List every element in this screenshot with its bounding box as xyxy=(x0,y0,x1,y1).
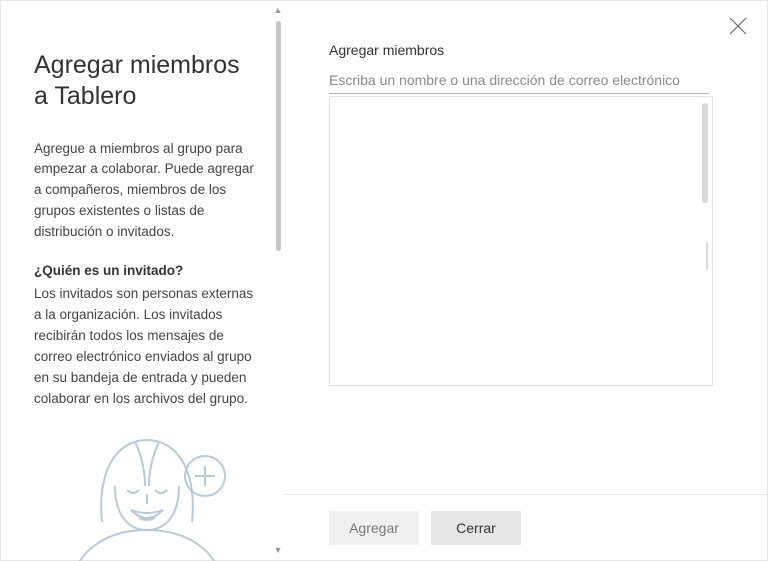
scroll-up-icon[interactable]: ▲ xyxy=(274,6,283,15)
suggestions-dropdown[interactable] xyxy=(329,96,713,386)
members-section-label: Agregar miembros xyxy=(329,42,724,58)
scroll-track[interactable] xyxy=(276,15,281,546)
dropdown-scroll-marker xyxy=(706,242,708,270)
close-icon[interactable] xyxy=(726,14,750,38)
info-sidebar-scroll: Agregar miembros a Tablero Agregue a mie… xyxy=(34,12,259,561)
info-sidebar: Agregar miembros a Tablero Agregue a mie… xyxy=(0,0,285,561)
illustration-add-person xyxy=(34,430,259,561)
form-body: Agregar miembros xyxy=(285,0,768,494)
input-underline xyxy=(329,93,709,94)
form-pane: Agregar miembros Agregar Cerrar xyxy=(285,0,768,561)
close-button[interactable]: Cerrar xyxy=(431,511,521,545)
dialog-footer: Agregar Cerrar xyxy=(285,494,768,561)
dialog-title: Agregar miembros a Tablero xyxy=(34,50,259,113)
members-input[interactable] xyxy=(329,70,724,90)
add-members-dialog: Agregar miembros a Tablero Agregue a mie… xyxy=(0,0,768,561)
dialog-description: Agregue a miembros al grupo para empezar… xyxy=(34,139,259,244)
scroll-thumb[interactable] xyxy=(276,21,281,251)
guest-description: Los invitados son personas externas a la… xyxy=(34,284,259,410)
scroll-down-icon[interactable]: ▼ xyxy=(274,546,283,555)
guest-heading: ¿Quién es un invitado? xyxy=(34,263,259,278)
sidebar-scrollbar[interactable]: ▲ ▼ xyxy=(271,0,285,561)
add-button[interactable]: Agregar xyxy=(329,511,419,545)
dropdown-scroll-thumb[interactable] xyxy=(702,103,708,203)
